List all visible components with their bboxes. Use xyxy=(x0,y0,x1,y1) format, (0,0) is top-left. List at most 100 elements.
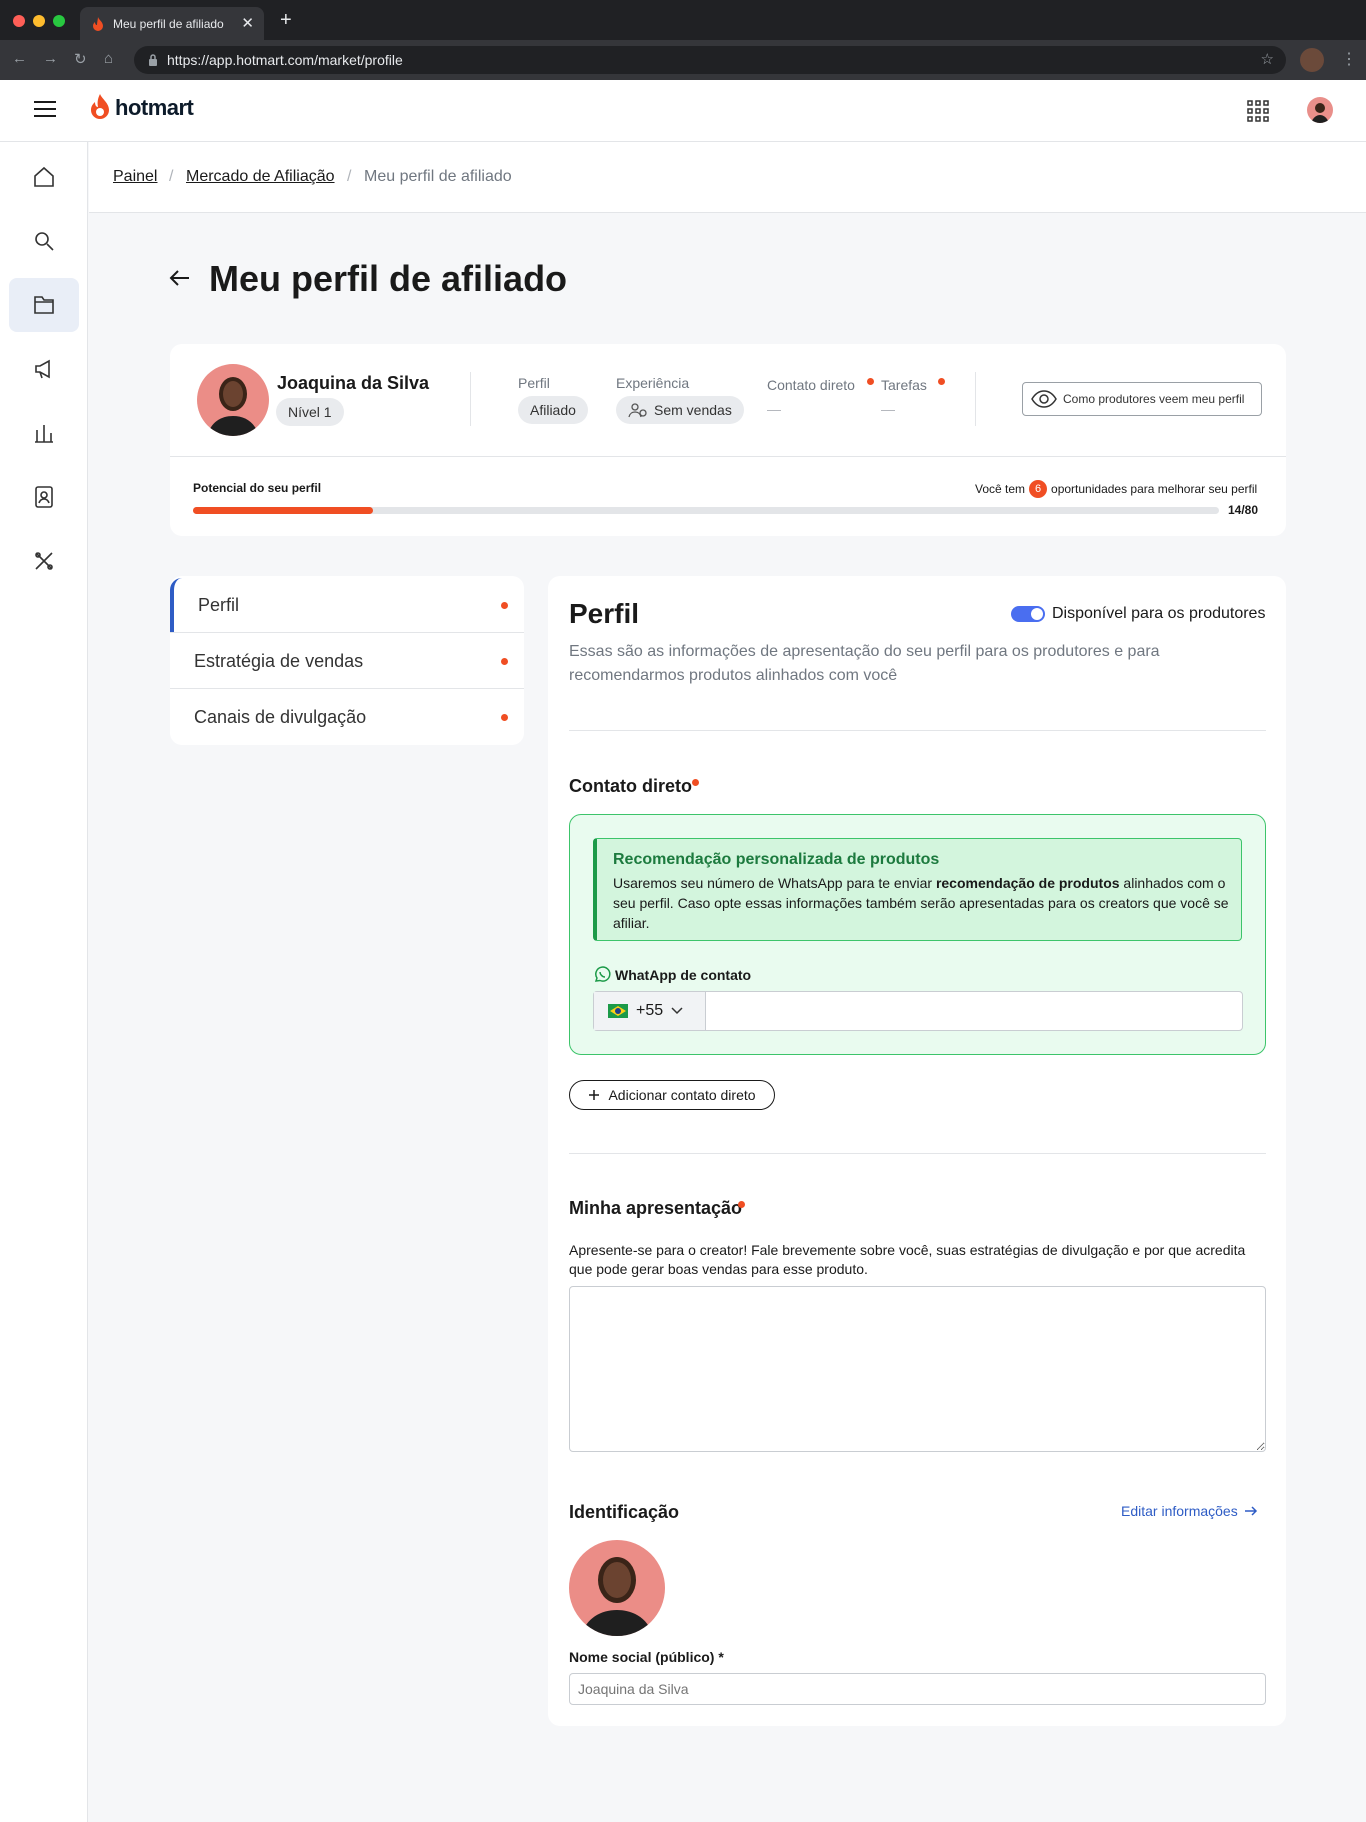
whatsapp-label-text: WhatApp de contato xyxy=(615,967,752,983)
sidebar-item-tools[interactable] xyxy=(9,534,79,588)
section-nav-canais[interactable]: Canais de divulgação xyxy=(170,690,524,745)
divider xyxy=(470,372,471,426)
divider xyxy=(975,372,976,426)
divider xyxy=(569,730,1266,731)
sidebar-item-search[interactable] xyxy=(9,214,79,268)
required-dot xyxy=(938,378,945,385)
breadcrumb-current: Meu perfil de afiliado xyxy=(364,168,512,185)
section-nav-label: Estratégia de vendas xyxy=(194,651,364,671)
close-tab-icon[interactable]: ✕ xyxy=(241,14,254,32)
back-arrow-icon[interactable] xyxy=(168,266,192,295)
flame-logo-icon xyxy=(91,94,109,119)
view-as-producer-button[interactable]: Como produtores veem meu perfil xyxy=(1022,382,1262,416)
phone-number-input[interactable] xyxy=(708,993,1238,1029)
user-sales-icon xyxy=(628,403,647,418)
sidebar-item-home[interactable] xyxy=(9,150,79,204)
section-nav-label: Canais de divulgação xyxy=(194,707,367,727)
recommendation-text: Usaremos seu número de WhatsApp para te … xyxy=(613,875,936,891)
country-code-select[interactable]: +55 xyxy=(594,992,706,1030)
breadcrumb-separator: / xyxy=(347,168,352,185)
section-nav-estrategia[interactable]: Estratégia de vendas xyxy=(170,634,524,689)
add-direct-contact-button[interactable]: Adicionar contato direto xyxy=(569,1080,775,1110)
chevron-down-icon xyxy=(671,1007,683,1015)
opportunities-prefix: Você tem xyxy=(975,482,1026,496)
bar-chart-icon xyxy=(35,425,53,443)
tarefas-value: — xyxy=(881,401,895,417)
lock-icon xyxy=(148,53,158,69)
back-nav-icon[interactable]: ← xyxy=(12,50,27,67)
forward-nav-icon[interactable]: → xyxy=(43,50,58,67)
presentation-textarea[interactable] xyxy=(569,1286,1266,1452)
section-title: Perfil xyxy=(569,598,640,629)
pending-dot xyxy=(501,658,508,665)
browser-addressbar: ← → ↻ ⌂ https://app.hotmart.com/market/p… xyxy=(0,40,1366,80)
tab-title: Meu perfil de afiliado xyxy=(113,17,224,31)
presentation-hint: Apresente-se para o creator! Fale brevem… xyxy=(569,1242,1246,1277)
pending-dot xyxy=(501,714,508,721)
url-bar[interactable]: https://app.hotmart.com/market/profile ☆ xyxy=(134,46,1286,74)
section-nav-perfil[interactable]: Perfil xyxy=(170,578,524,633)
hamburger-menu-icon[interactable] xyxy=(34,101,56,117)
recommendation-bold-text: recomendação de produtos xyxy=(935,875,1120,891)
page-title: Meu perfil de afiliado xyxy=(209,258,568,299)
browser-menu-icon[interactable]: ⋮ xyxy=(1341,49,1357,69)
breadcrumb-link-painel[interactable]: Painel xyxy=(113,168,157,186)
breadcrumb-separator: / xyxy=(169,168,174,185)
breadcrumb-link-mercado[interactable]: Mercado de Afiliação xyxy=(186,168,335,186)
minimize-window-button[interactable] xyxy=(33,15,45,27)
eye-icon xyxy=(1031,390,1057,408)
sidebar-item-marketing[interactable] xyxy=(9,342,79,396)
close-window-button[interactable] xyxy=(13,15,25,27)
user-avatar[interactable] xyxy=(1307,97,1333,123)
perfil-label: Perfil xyxy=(518,375,550,391)
contato-label: Contato direto xyxy=(767,377,855,393)
level-badge: Nível 1 xyxy=(276,398,344,426)
home-icon[interactable]: ⌂ xyxy=(104,50,113,67)
view-as-producer-label: Como produtores veem meu perfil xyxy=(1063,392,1245,406)
new-tab-icon[interactable]: + xyxy=(280,10,292,30)
plus-icon xyxy=(589,1090,600,1100)
divider xyxy=(170,456,1286,457)
social-name-input[interactable] xyxy=(569,1673,1266,1705)
apps-grid-icon[interactable] xyxy=(1247,100,1269,127)
breadcrumb: Painel / Mercado de Afiliação / Meu perf… xyxy=(89,142,1366,213)
logo-text: hotmart xyxy=(115,95,194,120)
experiencia-badge: Sem vendas xyxy=(616,396,744,424)
maximize-window-button[interactable] xyxy=(53,15,65,27)
contato-direto-title: Contato direto xyxy=(569,776,692,796)
experiencia-value: Sem vendas xyxy=(654,402,732,418)
section-description: Essas são as informações de apresentação… xyxy=(569,643,1160,684)
reload-icon[interactable]: ↻ xyxy=(74,50,87,68)
required-dot xyxy=(692,779,699,786)
edit-info-link[interactable]: Editar informações xyxy=(1121,1503,1258,1519)
browser-profile-avatar[interactable] xyxy=(1300,48,1324,72)
opportunities-count-badge: 6 xyxy=(1029,480,1048,498)
recommendation-notice: Recomendação personalizada de produtos U… xyxy=(593,838,1242,941)
megaphone-icon xyxy=(35,359,50,379)
availability-toggle[interactable] xyxy=(1011,606,1045,622)
section-nav-label: Perfil xyxy=(198,595,240,615)
profile-avatar xyxy=(197,364,269,436)
browser-tab[interactable]: Meu perfil de afiliado ✕ xyxy=(80,7,264,40)
add-direct-contact-label: Adicionar contato direto xyxy=(608,1087,756,1103)
url-text: https://app.hotmart.com/market/profile xyxy=(167,52,403,68)
perfil-badge: Afiliado xyxy=(518,396,588,424)
browser-tabbar: Meu perfil de afiliado ✕ + xyxy=(0,0,1366,40)
recommendation-title: Recomendação personalizada de produtos xyxy=(613,851,940,868)
whatsapp-label: WhatApp de contato xyxy=(593,966,751,984)
contato-value: — xyxy=(767,401,781,417)
identification-title: Identificação xyxy=(569,1502,680,1522)
sidebar-item-products[interactable] xyxy=(9,278,79,332)
hotmart-logo[interactable]: hotmart xyxy=(89,94,194,122)
whatsapp-icon xyxy=(594,966,611,982)
opportunities-text: Você tem 6 oportunidades para melhorar s… xyxy=(975,480,1257,498)
profile-progress-bar xyxy=(193,507,1219,514)
sidebar-item-contacts[interactable] xyxy=(9,470,79,524)
brazil-flag-icon xyxy=(608,1004,628,1018)
bookmark-star-icon[interactable]: ☆ xyxy=(1261,50,1274,68)
required-dot xyxy=(867,378,874,385)
recommendation-body: Usaremos seu número de WhatsApp para te … xyxy=(613,873,1233,933)
social-name-label: Nome social (público) * xyxy=(569,1649,724,1665)
tarefas-label: Tarefas xyxy=(881,377,927,393)
sidebar-item-analytics[interactable] xyxy=(9,406,79,460)
